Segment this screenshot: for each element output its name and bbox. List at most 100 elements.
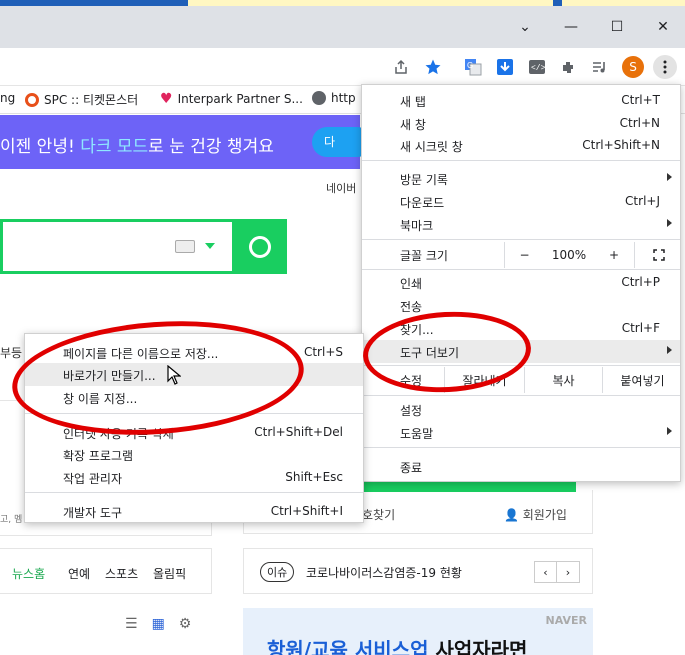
bookmark-item[interactable]: ng (0, 91, 15, 105)
dark-mode-banner[interactable]: 이젠 안녕! 다크 모드로 눈 건강 챙겨요 (0, 115, 360, 169)
menu-label: 설정 (400, 404, 423, 418)
download-icon[interactable] (494, 56, 516, 78)
menu-label: 도움말 (400, 427, 434, 441)
submenu-task-manager[interactable]: 작업 관리자 Shift+Esc (25, 466, 363, 489)
paste-button[interactable]: 붙여넣기 (602, 367, 682, 393)
menu-incognito[interactable]: 새 시크릿 창 Ctrl+Shift+N (362, 134, 680, 157)
maximize-button[interactable]: ☐ (594, 12, 640, 42)
menu-label: 새 시크릿 창 (400, 140, 463, 154)
menu-print[interactable]: 인쇄 Ctrl+P (362, 271, 680, 294)
menu-shortcut: Ctrl+F (621, 321, 660, 335)
zoom-value: 100% (551, 248, 587, 262)
menu-bookmarks[interactable]: 북마크 (362, 213, 680, 236)
menu-label: 다운로드 (400, 196, 445, 210)
spc-icon (25, 92, 39, 107)
grid-view-icon[interactable]: ▦ (152, 616, 165, 632)
menu-label: 인쇄 (400, 277, 423, 291)
svg-text:G: G (467, 61, 473, 70)
section-label: 부등 (0, 346, 23, 360)
fullscreen-icon[interactable] (634, 242, 682, 268)
tab-search-chevron-icon[interactable]: ⌄ (502, 12, 548, 42)
bookmark-label: SPC :: 티켓몬스터 (44, 93, 139, 107)
keyboard-icon[interactable] (175, 240, 195, 253)
menu-label: 방문 기록 (400, 173, 448, 187)
ad-tag: NAVER (545, 614, 587, 627)
bookmark-label: Interpark Partner S... (177, 92, 303, 106)
star-icon[interactable] (422, 56, 444, 78)
menu-shortcut: Ctrl+S (303, 345, 343, 359)
share-icon[interactable] (390, 56, 412, 78)
olympics-link[interactable]: 올림픽 (153, 565, 186, 582)
menu-divider (25, 492, 363, 493)
zoom-label: 글꼴 크기 (400, 249, 448, 263)
news-bar: 뉴스홈 연예 스포츠 올림픽 (0, 548, 212, 594)
entertainment-link[interactable]: 연예 (68, 565, 90, 582)
menu-shortcut: Shift+Esc (285, 470, 343, 484)
submenu-extensions[interactable]: 확장 프로그램 (25, 443, 363, 466)
devtools-icon[interactable]: </> (526, 56, 548, 78)
more-icon[interactable] (653, 55, 677, 79)
submenu-arrow-icon (667, 173, 672, 181)
ad-text: 항원/교육 서비스업 사업자라면 (267, 634, 527, 655)
close-button[interactable]: ✕ (640, 12, 685, 42)
bookmark-label: ng (0, 91, 16, 105)
menu-divider (362, 239, 680, 240)
menu-divider (362, 160, 680, 161)
menu-help[interactable]: 도움말 (362, 421, 680, 444)
search-input[interactable] (0, 219, 232, 274)
menu-label: 작업 관리자 (63, 472, 123, 486)
banner-text-end: 로 눈 건강 챙겨요 (148, 137, 274, 157)
menu-cast[interactable]: 전송 (362, 294, 680, 317)
zoom-in-button[interactable]: + (594, 242, 634, 268)
prev-arrow-icon[interactable]: ‹ (535, 562, 557, 582)
news-home-link[interactable]: 뉴스홈 (12, 565, 45, 582)
submenu-dev-tools[interactable]: 개발자 도구 Ctrl+Shift+I (25, 500, 363, 523)
minimize-button[interactable]: — (548, 12, 594, 42)
menu-divider (362, 447, 680, 448)
small-text: 고, 멤 (0, 515, 23, 525)
menu-zoom-row: 글꼴 크기 − 100% + (362, 242, 680, 268)
menu-label: 새 탭 (400, 95, 426, 109)
menu-shortcut: Ctrl+Shift+Del (254, 425, 343, 439)
bookmark-item[interactable]: ♥ Interpark Partner S... (160, 91, 303, 107)
twitter-label: 다 (324, 135, 336, 149)
issue-pill: 이슈 (260, 562, 295, 582)
menu-divider (362, 269, 680, 270)
ad-text-accent: 항원/교육 서비스업 (267, 638, 429, 655)
search-button[interactable] (232, 219, 287, 274)
menu-exit[interactable]: 종료 (362, 455, 680, 478)
submenu-arrow-icon (667, 219, 672, 227)
banner-accent-text: 다크 모드 (80, 137, 149, 157)
zoom-out-button[interactable]: − (504, 242, 544, 268)
bookmark-item[interactable]: SPC :: 티켓몬스터 (25, 91, 138, 108)
browser-toolbar: G </> S (0, 48, 685, 86)
ad-banner[interactable]: NAVER 항원/교육 서비스업 사업자라면 (243, 608, 593, 655)
issue-text[interactable]: 코로나바이러스감염증-19 현황 (306, 564, 462, 581)
menu-downloads[interactable]: 다운로드 Ctrl+J (362, 190, 680, 213)
sports-link[interactable]: 스포츠 (105, 565, 138, 582)
menu-label: 새 창 (400, 118, 426, 132)
profile-avatar[interactable]: S (622, 56, 644, 78)
extensions-icon[interactable] (558, 56, 580, 78)
menu-new-tab[interactable]: 새 탭 Ctrl+T (362, 89, 680, 112)
list-view-icon[interactable]: ☰ (125, 616, 138, 632)
signup-label: 회원가입 (522, 508, 567, 522)
submenu-arrow-icon (667, 346, 672, 354)
naver-top-link[interactable]: 네이버 (326, 180, 356, 196)
autocomplete-arrow-icon[interactable] (205, 243, 215, 249)
menu-label: 전송 (400, 300, 423, 314)
bookmark-item[interactable]: http (312, 91, 356, 105)
view-controls: ☰ ▦ ⚙ (125, 616, 191, 632)
menu-history[interactable]: 방문 기록 (362, 167, 680, 190)
signup-link[interactable]: 👤 회원가입 (504, 506, 567, 523)
menu-label: 확장 프로그램 (63, 449, 134, 463)
menu-new-window[interactable]: 새 창 Ctrl+N (362, 112, 680, 135)
title-bar: ⌄ — ☐ ✕ (0, 6, 685, 48)
media-icon[interactable] (589, 56, 611, 78)
next-arrow-icon[interactable]: › (557, 562, 579, 582)
copy-button[interactable]: 복사 (524, 367, 602, 393)
menu-settings[interactable]: 설정 (362, 398, 680, 421)
settings-gear-icon[interactable]: ⚙ (179, 616, 192, 632)
find-password-link[interactable]: 호찾기 (362, 506, 395, 523)
translate-icon[interactable]: G (462, 56, 484, 78)
